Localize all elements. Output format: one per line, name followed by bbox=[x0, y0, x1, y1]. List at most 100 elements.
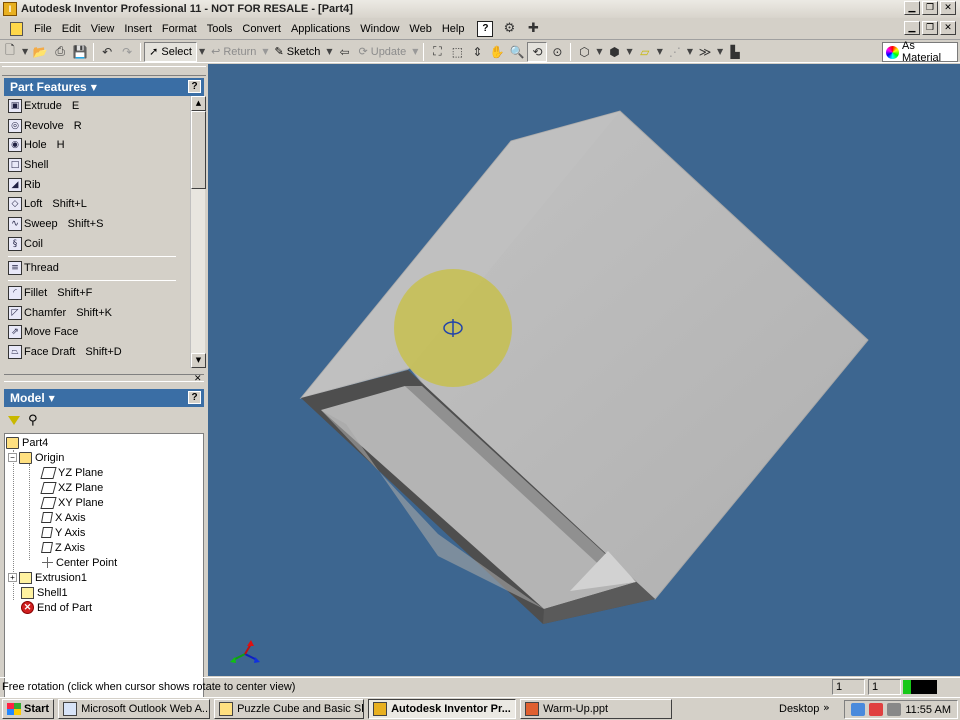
zoom-window-icon[interactable]: ⬚ bbox=[447, 42, 467, 62]
tree-node-end-of-part[interactable]: ✕ End of Part bbox=[21, 600, 92, 615]
menu-tools[interactable]: Tools bbox=[202, 23, 238, 35]
expand-icon[interactable]: + bbox=[8, 573, 17, 582]
features-scrollbar[interactable]: ▲ ▼ bbox=[190, 96, 206, 368]
shadow-dropdown-icon[interactable]: ▼ bbox=[657, 47, 663, 56]
minimize-button[interactable]: ▁ bbox=[904, 1, 920, 15]
return-dropdown-icon[interactable]: ▼ bbox=[262, 47, 268, 56]
taskbar-outlook[interactable]: Microsoft Outlook Web A... bbox=[58, 699, 211, 719]
feature-face-draft[interactable]: ⏢ Face Draft Shift+D bbox=[4, 342, 190, 362]
scroll-down-icon[interactable]: ▼ bbox=[191, 353, 206, 368]
return-button[interactable]: ↩ Return bbox=[207, 42, 260, 62]
new-file-icon[interactable]: 🗋 bbox=[0, 42, 20, 62]
feature-coil[interactable]: § Coil bbox=[4, 234, 190, 254]
scroll-up-icon[interactable]: ▲ bbox=[191, 96, 206, 111]
new-dropdown-icon[interactable]: ▼ bbox=[22, 47, 28, 56]
doc-minimize-button[interactable]: ▁ bbox=[904, 21, 920, 35]
analysis-icon[interactable]: ≫ bbox=[695, 42, 715, 62]
menu-file[interactable]: File bbox=[29, 23, 57, 35]
feature-chamfer[interactable]: ◸ Chamfer Shift+K bbox=[4, 303, 190, 323]
tree-node-x-axis[interactable]: X Axis bbox=[41, 510, 86, 525]
camera-view-icon[interactable]: ⬢ bbox=[605, 42, 625, 62]
ground-shadow-icon[interactable]: ▱ bbox=[635, 42, 655, 62]
undo-icon[interactable]: ↶ bbox=[97, 42, 117, 62]
desktop-toolbar-label[interactable]: Desktop bbox=[779, 703, 819, 715]
menu-view[interactable]: View bbox=[86, 23, 120, 35]
zoom-all-icon[interactable]: ⛶ bbox=[427, 42, 447, 62]
zoom-icon[interactable]: ⇕ bbox=[467, 42, 487, 62]
antivirus-icon[interactable] bbox=[869, 703, 884, 716]
feature-thread[interactable]: ≡ Thread bbox=[4, 259, 190, 279]
select-button[interactable]: ➚ Select bbox=[144, 41, 197, 62]
look-at-icon[interactable]: ⊙ bbox=[547, 42, 567, 62]
scroll-thumb[interactable] bbox=[191, 111, 206, 189]
feature-shell[interactable]: □ Shell bbox=[4, 155, 190, 175]
print-icon[interactable]: ⎙ bbox=[50, 42, 70, 62]
tree-node-z-axis[interactable]: Z Axis bbox=[41, 540, 85, 555]
network-icon[interactable] bbox=[851, 703, 866, 716]
tree-node-y-axis[interactable]: Y Axis bbox=[41, 525, 85, 540]
feature-fillet[interactable]: ◜ Fillet Shift+F bbox=[4, 283, 190, 303]
tree-node-shell[interactable]: Shell1 bbox=[21, 585, 68, 600]
material-select[interactable]: As Material bbox=[882, 40, 958, 64]
redo-icon[interactable]: ↷ bbox=[117, 42, 137, 62]
section-view-icon[interactable]: ⋰ bbox=[665, 42, 685, 62]
feature-rib[interactable]: ◢ Rib bbox=[4, 175, 190, 195]
taskbar-puzzle-cube[interactable]: Puzzle Cube and Basic Skills bbox=[214, 699, 365, 719]
tree-node-part[interactable]: Part4 bbox=[6, 435, 48, 450]
what-is-this-icon[interactable]: ⚙ bbox=[501, 21, 517, 37]
zoom-selected-icon[interactable]: 🔍 bbox=[507, 42, 527, 62]
graphics-viewport[interactable] bbox=[208, 64, 960, 676]
feature-revolve[interactable]: ◎ Revolve R bbox=[4, 116, 190, 136]
speaker-icon[interactable] bbox=[887, 703, 902, 716]
part-features-header[interactable]: Part Features ▼ ? bbox=[4, 78, 204, 96]
tree-node-xz-plane[interactable]: XZ Plane bbox=[40, 480, 103, 495]
collapse-icon[interactable]: − bbox=[8, 453, 17, 462]
help-icon[interactable]: ? bbox=[477, 21, 494, 37]
tree-node-center-point[interactable]: Center Point bbox=[42, 555, 117, 570]
sketch-dropdown-icon[interactable]: ▼ bbox=[326, 47, 332, 56]
display-mode-dropdown-icon[interactable]: ▼ bbox=[596, 47, 602, 56]
menu-help[interactable]: Help bbox=[437, 23, 470, 35]
taskbar-inventor[interactable]: Autodesk Inventor Pr... bbox=[368, 699, 517, 719]
save-icon[interactable]: 💾 bbox=[70, 42, 90, 62]
feature-move-face[interactable]: ⇗ Move Face bbox=[4, 323, 190, 343]
feature-hole[interactable]: ◉ Hole H bbox=[4, 135, 190, 155]
taskbar-warm-up[interactable]: Warm-Up.ppt bbox=[520, 699, 673, 719]
model-header[interactable]: Model ▼ ? bbox=[4, 389, 204, 407]
menu-insert[interactable]: Insert bbox=[119, 23, 157, 35]
document-icon[interactable] bbox=[10, 22, 23, 36]
rotate-icon[interactable]: ⟲ bbox=[527, 41, 548, 62]
sketch-button[interactable]: ✎ Sketch bbox=[271, 42, 325, 62]
feature-loft[interactable]: ◇ Loft Shift+L bbox=[4, 194, 190, 214]
update-button[interactable]: ⟳ Update bbox=[355, 42, 411, 62]
doc-restore-button[interactable]: ❐ bbox=[922, 21, 938, 35]
menu-applications[interactable]: Applications bbox=[286, 23, 355, 35]
tree-node-xy-plane[interactable]: XY Plane bbox=[40, 495, 104, 510]
panel-grip[interactable] bbox=[2, 66, 206, 76]
menu-window[interactable]: Window bbox=[355, 23, 404, 35]
close-button[interactable]: ✕ bbox=[940, 1, 956, 15]
inventor-app-icon[interactable]: I bbox=[3, 2, 17, 16]
binoculars-icon[interactable]: ⚲ bbox=[28, 413, 38, 428]
display-mode-icon[interactable]: ⬡ bbox=[574, 42, 594, 62]
maximize-button[interactable]: ❐ bbox=[922, 1, 938, 15]
update-dropdown-icon[interactable]: ▼ bbox=[412, 47, 418, 56]
filter-icon[interactable] bbox=[8, 415, 20, 425]
open-icon[interactable]: 📂 bbox=[30, 42, 50, 62]
feature-sweep[interactable]: ∿ Sweep Shift+S bbox=[4, 214, 190, 234]
add-icon[interactable]: ✚ bbox=[525, 21, 541, 37]
tree-node-yz-plane[interactable]: YZ Plane bbox=[40, 465, 103, 480]
panel-splitter[interactable]: ✕ bbox=[4, 373, 204, 384]
start-button[interactable]: Start bbox=[2, 699, 55, 719]
chevron-double-icon[interactable]: » bbox=[823, 701, 830, 714]
properties-icon[interactable]: ▙ bbox=[725, 42, 745, 62]
close-panel-icon[interactable]: ✕ bbox=[194, 373, 204, 384]
help-icon[interactable]: ? bbox=[188, 80, 201, 93]
pan-icon[interactable]: ✋ bbox=[487, 42, 507, 62]
select-dropdown-icon[interactable]: ▼ bbox=[199, 47, 205, 56]
back-icon[interactable]: ⇦ bbox=[335, 42, 355, 62]
tree-node-origin[interactable]: − Origin bbox=[8, 450, 64, 465]
feature-extrude[interactable]: ▣ Extrude E bbox=[4, 96, 190, 116]
tree-node-extrusion[interactable]: + Extrusion1 bbox=[8, 570, 87, 585]
menu-web[interactable]: Web bbox=[404, 23, 436, 35]
